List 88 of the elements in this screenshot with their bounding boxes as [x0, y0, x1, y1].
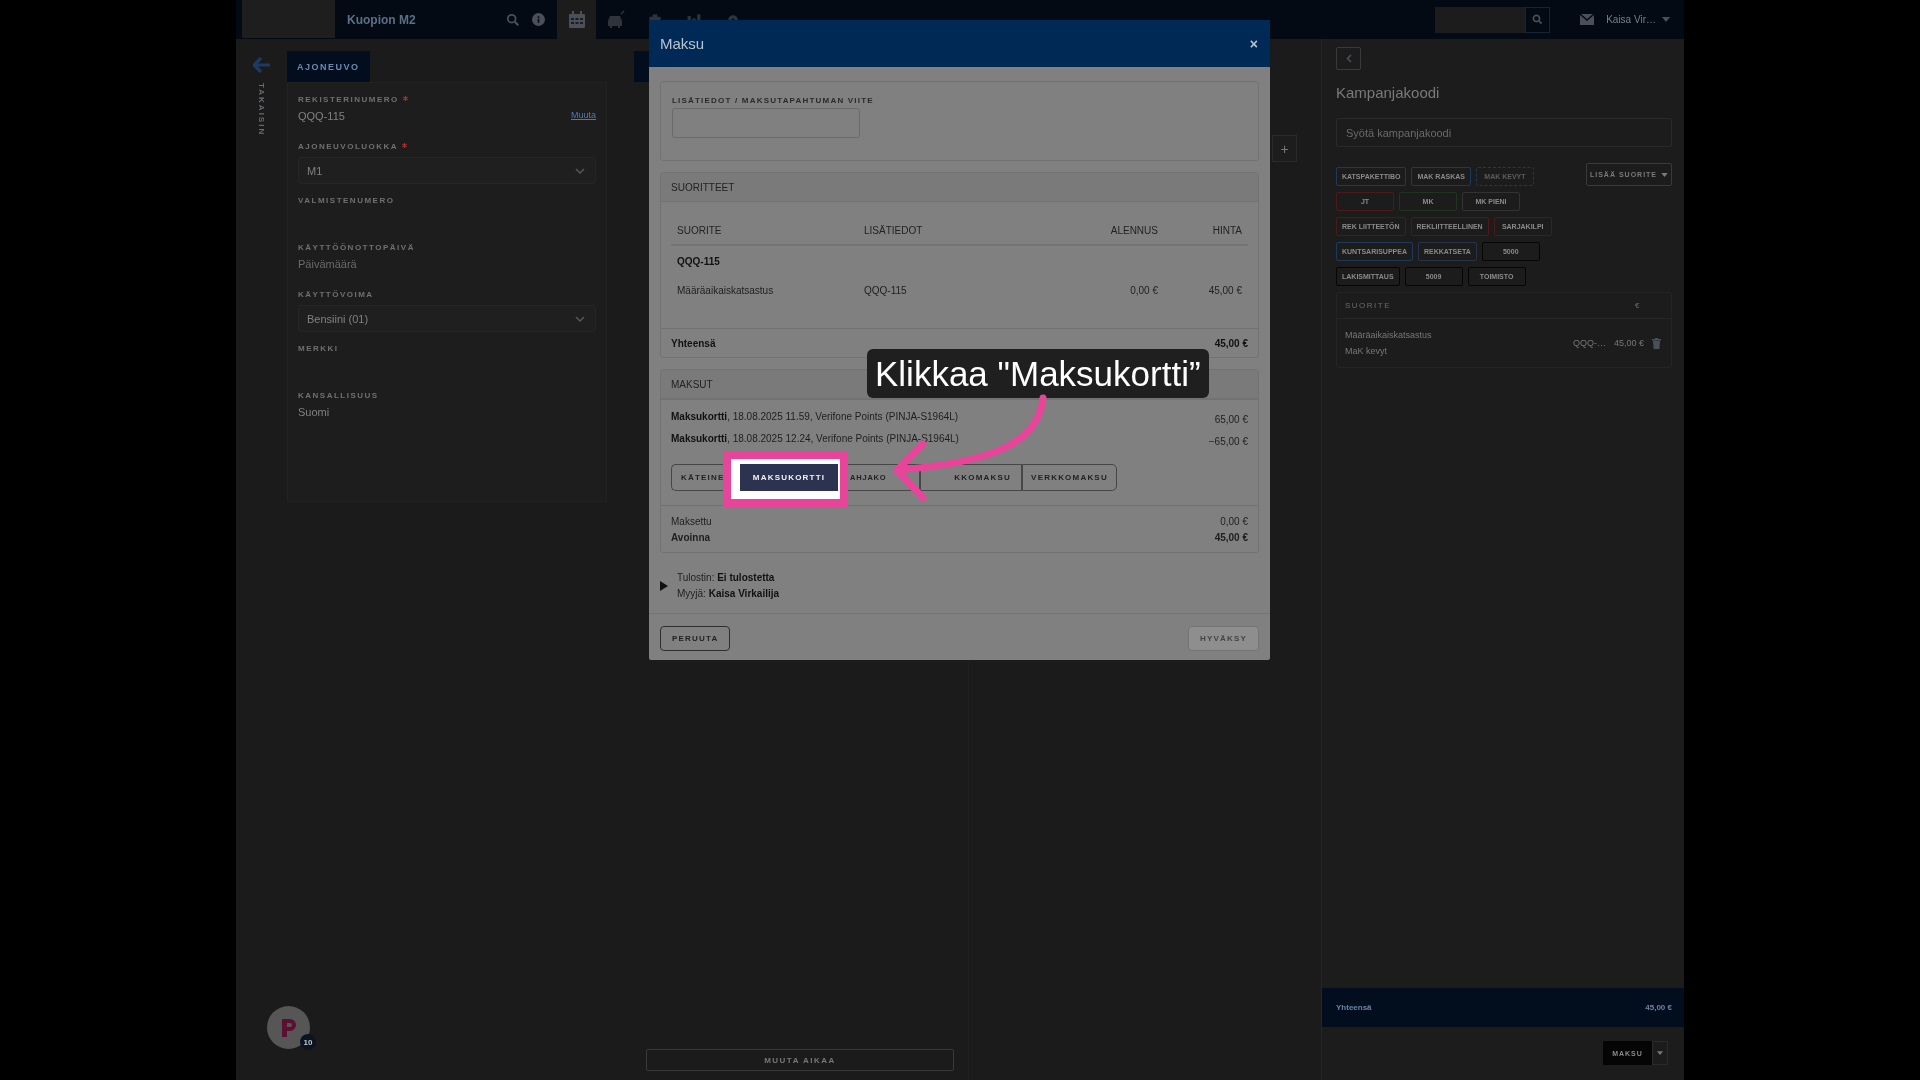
- column-header: HINTA: [1211, 224, 1243, 236]
- field-value: QQQ-115: [298, 110, 345, 122]
- open-label: Avoinna: [671, 531, 711, 545]
- close-button[interactable]: ×: [1247, 35, 1260, 52]
- table-cell-text: 0,00 €: [1129, 284, 1159, 296]
- caret-icon: [1661, 172, 1669, 177]
- field-label: LISÄTIEDOT / MAKSUTAPAHTUMAN VIITE: [672, 96, 875, 105]
- column-header: SUORITE: [1345, 301, 1392, 310]
- select-value: Bensiini (01): [307, 312, 369, 325]
- mail-icon[interactable]: [1580, 14, 1595, 25]
- cancel-button[interactable]: PERUUTA: [660, 626, 731, 651]
- caret-icon: [1657, 1051, 1663, 1055]
- paid-value: 0,00 €: [1220, 515, 1248, 529]
- total-label: Yhteensä: [671, 338, 716, 349]
- payment-entry: Maksukortti, 18.08.2025 12.24, Verifone Points (PINJA-S1964L): [671, 433, 959, 446]
- field-label: KÄYTTÖVOIMA: [298, 290, 374, 299]
- column-header: ALENNUS: [1109, 224, 1159, 236]
- search-button[interactable]: [1525, 6, 1551, 33]
- chevron-left-icon: [1345, 54, 1352, 63]
- add-button[interactable]: +: [1272, 135, 1297, 162]
- group-title: QQQ-115: [676, 255, 721, 267]
- payment-method-button[interactable]: KKOMAKSU: [920, 464, 1022, 491]
- payment-entry: Maksukortti, 18.08.2025 11.59, Verifone Points (PINJA-S1964L): [671, 411, 959, 424]
- column-header: SUORITE: [676, 224, 723, 236]
- total-value: 45,00 €: [1214, 338, 1248, 349]
- logo-icon: [279, 1016, 298, 1039]
- change-link[interactable]: Muuta: [571, 110, 596, 120]
- select-value: M1: [307, 164, 323, 177]
- change-time-button[interactable]: MUUTA AIKAA: [646, 1049, 954, 1071]
- search-value: Kuopion M2: [347, 12, 417, 27]
- table-cell-text: 45,00 €: [1207, 284, 1243, 296]
- vehicle-tab[interactable]: AJONEUVO: [287, 51, 370, 82]
- dialog-title: Maksu: [660, 35, 705, 52]
- required-icon: [402, 96, 408, 101]
- detail-line: Tulostin: Ei tulostetta: [677, 571, 776, 585]
- dropdown-button[interactable]: [1652, 1041, 1668, 1065]
- date-field[interactable]: Päivämäärä: [298, 258, 357, 270]
- field-label: VALMISTENUMERO: [298, 196, 395, 205]
- table-cell-text: QQQ-115: [863, 284, 908, 296]
- payment-method-button[interactable]: MAKSUKORTTI: [740, 464, 838, 491]
- search-icon[interactable]: [506, 12, 520, 27]
- chevron-icon: [575, 167, 585, 174]
- payment-amount: 65,00 €: [1214, 413, 1248, 425]
- search-field[interactable]: Kuopion M2: [335, 0, 557, 39]
- payment-method-button[interactable]: VERKKOMAKSU: [1022, 464, 1117, 491]
- column-header: LISÄTIEDOT: [863, 224, 924, 236]
- field-label: AJONEUVOLUOKKA: [298, 142, 399, 151]
- select-field[interactable]: M1: [298, 157, 596, 184]
- search-field[interactable]: [1435, 6, 1526, 33]
- table-cell-text: Määräaikaiskatsastus: [676, 284, 775, 296]
- select-field[interactable]: Bensiini (01): [298, 305, 596, 332]
- table-cell: 45,00 €: [1613, 338, 1644, 348]
- total-label: Yhteensä: [1336, 1003, 1372, 1012]
- detail-line: Myyjä: Kaisa Virkailija: [677, 587, 780, 601]
- field-label: KANSALLISUUS: [298, 391, 379, 400]
- app-logo-button[interactable]: [267, 1006, 310, 1049]
- field-label: REKISTERINUMERO: [298, 95, 399, 104]
- calendar-icon: [566, 9, 587, 30]
- service-name: Määräaikaiskatsastus: [1345, 329, 1433, 342]
- paid-label: Maksettu: [671, 515, 712, 529]
- info-icon[interactable]: [532, 13, 545, 26]
- back-arrow-icon[interactable]: [252, 57, 271, 73]
- payment-amount: −65,00 €: [1208, 435, 1248, 447]
- field-label: KÄYTTÖÖNOTTOPÄIVÄ: [298, 243, 415, 252]
- expand-icon[interactable]: [660, 581, 668, 591]
- total-value: 45,00 €: [1645, 1003, 1672, 1012]
- field-value: Suomi: [298, 406, 330, 418]
- search-icon: [1532, 14, 1544, 25]
- field-label: MERKKI: [298, 344, 339, 353]
- car-icon: [605, 9, 626, 30]
- back-button[interactable]: [1336, 47, 1361, 70]
- back-label[interactable]: TAKAISIN: [257, 83, 266, 137]
- service-type: MaK kevyt: [1345, 345, 1388, 358]
- table-cell: QQQ-…: [1572, 338, 1606, 348]
- chevron-icon: [575, 315, 585, 322]
- required-icon: [402, 143, 408, 148]
- tutorial-callout: Klikkaa "Maksukortti”: [867, 349, 1209, 398]
- panel-header: SUORITTEET: [661, 173, 1258, 202]
- nav-tab[interactable]: [557, 0, 596, 39]
- count-badge: 10: [300, 1034, 316, 1050]
- trash-icon[interactable]: [1652, 337, 1661, 349]
- panel-title: Kampanjakoodi: [1336, 84, 1441, 101]
- user-menu[interactable]: Kaisa Vir…: [1606, 14, 1656, 25]
- caret-icon[interactable]: [1662, 17, 1670, 22]
- open-value: 45,00 €: [1214, 531, 1248, 545]
- column-header: €: [1635, 301, 1641, 310]
- campaign-code-field[interactable]: Syötä kampanjakoodi: [1336, 118, 1672, 147]
- payment-method-button[interactable]: KÄTEINE: [671, 464, 723, 491]
